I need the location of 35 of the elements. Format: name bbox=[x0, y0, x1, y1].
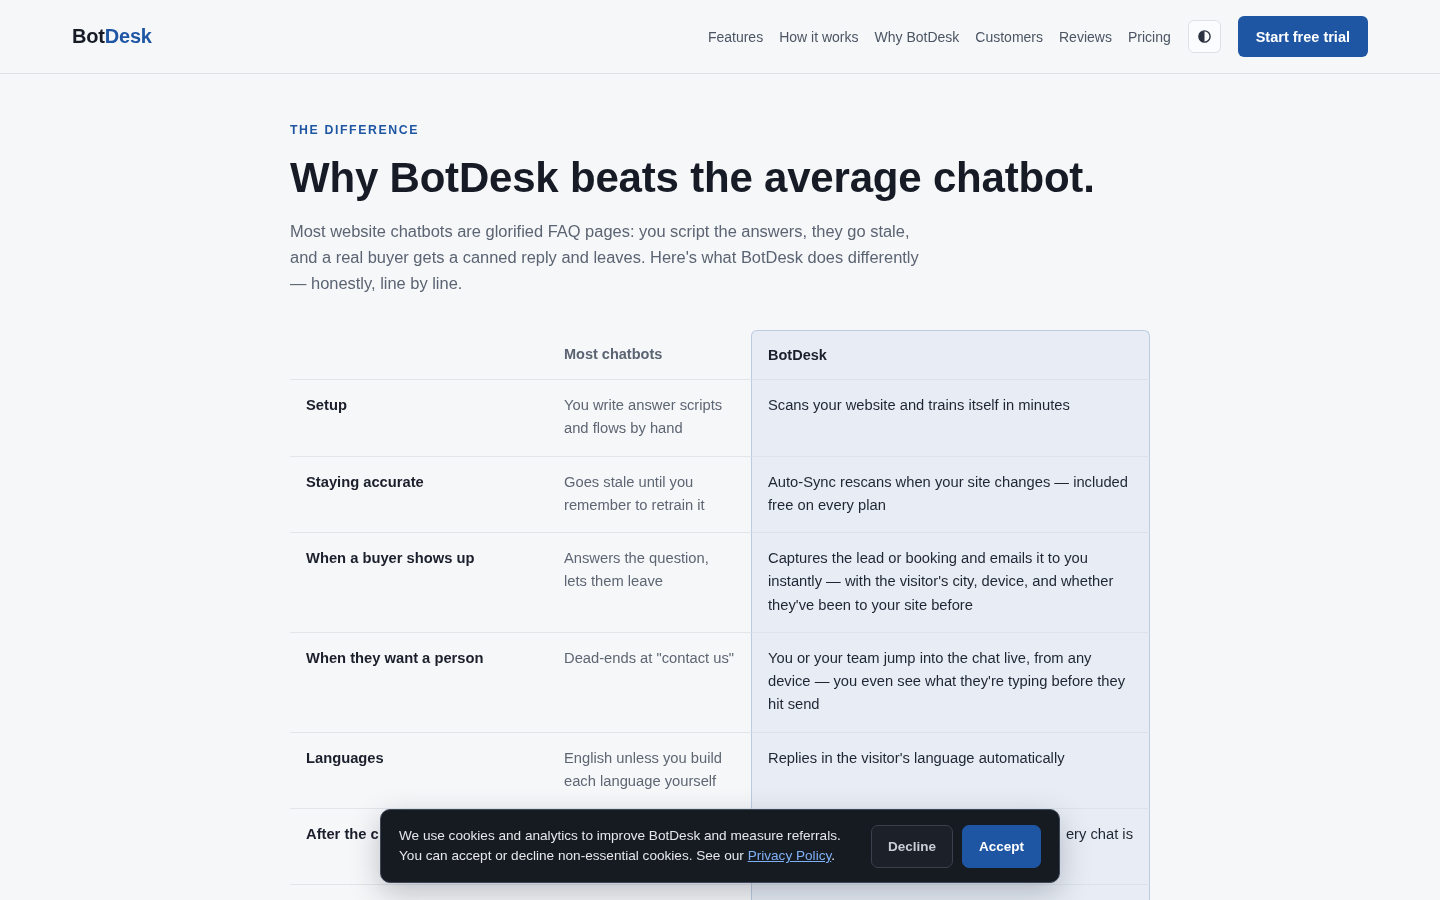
nav-link[interactable]: Why BotDesk bbox=[874, 28, 960, 45]
feature-label: When they want a person bbox=[306, 649, 484, 666]
column-header: BotDesk bbox=[768, 347, 827, 363]
botdesk-text: Captures the lead or booking and emails it to you instantly — with the visitor's city, device, and whether they've been to your site before bbox=[768, 550, 1114, 613]
section-title: Why BotDesk beats the average chatbot. bbox=[290, 153, 1096, 203]
nav-link[interactable]: Features bbox=[707, 28, 764, 45]
section-intro: Most website chatbots are glorified FAQ pages: you script the answers, they go stale, and a real buyer gets a canned reply and leaves. Here's what BotDesk does differently — honestly, line by line. bbox=[290, 221, 920, 294]
feature-label: Setup bbox=[306, 397, 347, 413]
competitor-text: English unless you build each language yourself bbox=[564, 749, 722, 789]
nav-link[interactable]: Customers bbox=[975, 28, 1043, 45]
botdesk-text: Scans your website and trains itself in minutes bbox=[768, 397, 1070, 413]
botdesk-text: Replies in the visitor's language automatically bbox=[768, 749, 1065, 766]
decline-button[interactable]: Decline bbox=[870, 824, 953, 868]
botdesk-text: Auto-Sync rescans when your site changes — included free on every plan bbox=[768, 473, 1128, 513]
cookie-message: We use cookies and analytics to improve BotDesk and measure referrals. You can accept or decline non-essential cookies. See our Privacy Policy. bbox=[399, 827, 842, 865]
section-eyebrow: THE DIFFERENCE bbox=[290, 122, 419, 138]
nav-link[interactable]: Pricing bbox=[1127, 28, 1171, 45]
feature-label: Languages bbox=[306, 749, 384, 766]
feature-label: Staying accurate bbox=[306, 473, 424, 490]
botdesk-text: ery chat is bbox=[1065, 826, 1133, 842]
nav-link[interactable]: Reviews bbox=[1059, 28, 1112, 45]
column-header: Most chatbots bbox=[564, 346, 663, 362]
competitor-text: You write answer scripts and flows by hand bbox=[564, 397, 723, 437]
nav-link[interactable]: How it works bbox=[779, 28, 859, 45]
botdesk-text: You or your team jump into the chat live, from any device — you even see what they're typing before they hit send bbox=[768, 649, 1126, 713]
feature-label: After the c bbox=[306, 826, 379, 842]
contrast-icon bbox=[1197, 30, 1211, 43]
competitor-text: Goes stale until you remember to retrain it bbox=[564, 473, 705, 513]
feature-label: When a buyer shows up bbox=[306, 550, 475, 566]
accept-button[interactable]: Accept bbox=[962, 824, 1041, 868]
competitor-text: Answers the question, lets them leave bbox=[564, 550, 709, 590]
competitor-text: Dead-ends at "contact us" bbox=[564, 649, 734, 666]
theme-toggle-button[interactable] bbox=[1187, 20, 1221, 53]
logo[interactable]: BotDesk bbox=[72, 25, 152, 48]
start-trial-button[interactable]: Start free trial bbox=[1237, 16, 1368, 57]
